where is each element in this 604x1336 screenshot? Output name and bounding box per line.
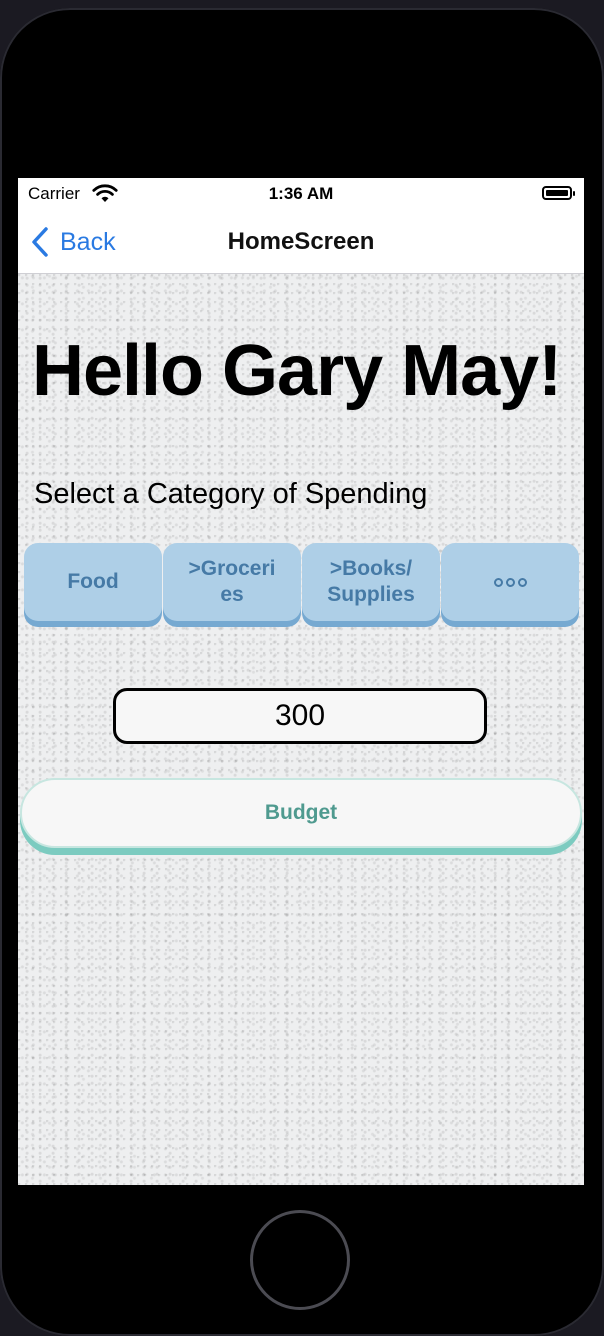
budget-label: Budget	[264, 801, 338, 824]
category-groceries-button[interactable]: >Groceri es	[163, 543, 301, 621]
status-time: 1:36 AM	[268, 184, 334, 203]
phone-frame: Carrier 1:36 AM Back HomeScreen Hello Ga…	[0, 8, 604, 1336]
category-label: >Groceri es	[188, 557, 276, 606]
category-more-button[interactable]	[441, 543, 579, 621]
nav-title: HomeScreen	[227, 228, 375, 255]
greeting-heading: Hello Gary May!	[32, 331, 562, 411]
home-button[interactable]	[250, 1210, 350, 1310]
budget-button[interactable]: Budget	[20, 778, 582, 848]
category-prompt: Select a Category of Spending	[34, 478, 428, 510]
category-food-button[interactable]: Food	[24, 543, 162, 621]
app-screen: Carrier 1:36 AM Back HomeScreen Hello Ga…	[18, 178, 584, 1185]
category-label: Food	[67, 570, 119, 593]
battery-icon	[542, 186, 575, 200]
status-bar: Carrier 1:36 AM	[18, 178, 584, 210]
amount-input[interactable]	[113, 688, 487, 744]
category-label: >Books/ Supplies	[327, 557, 415, 606]
more-dots-icon	[493, 577, 527, 587]
navigation-bar: Back HomeScreen	[18, 210, 584, 274]
category-selector: Food >Groceri es >Books/ Supplies	[24, 543, 580, 625]
category-books-supplies-button[interactable]: >Books/ Supplies	[302, 543, 440, 621]
